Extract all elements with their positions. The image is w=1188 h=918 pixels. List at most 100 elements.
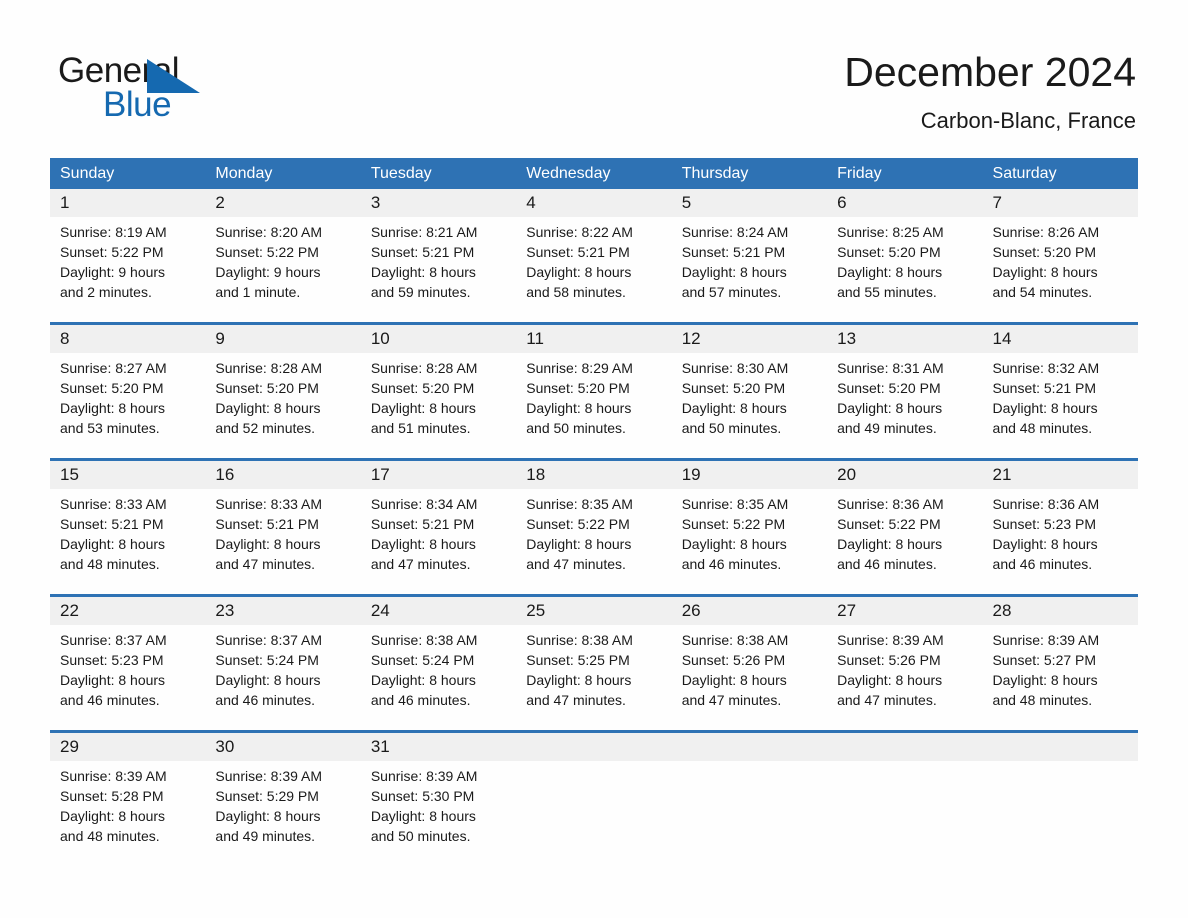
day-number-band: 22 23 24 25 26 27 28 <box>50 597 1138 625</box>
sunrise-text: Sunrise: 8:31 AM <box>837 360 944 376</box>
day-number[interactable]: 29 <box>50 733 205 761</box>
day-number[interactable]: 31 <box>361 733 516 761</box>
day-number[interactable]: 26 <box>672 597 827 625</box>
daylight-text-line1: Daylight: 8 hours <box>370 264 476 280</box>
sunset-text: Sunset: 5:24 PM <box>215 652 319 668</box>
day-cell: Sunrise: 8:39 AM Sunset: 5:30 PM Dayligh… <box>361 761 516 866</box>
day-cell: Sunrise: 8:30 AM Sunset: 5:20 PM Dayligh… <box>672 353 827 458</box>
daylight-text-line2: and 48 minutes. <box>60 828 160 844</box>
day-number[interactable]: 16 <box>205 461 360 489</box>
day-cell: Sunrise: 8:39 AM Sunset: 5:28 PM Dayligh… <box>50 761 205 866</box>
calendar-week-row: 1 2 3 4 5 6 7 Sunrise: 8:19 AM Sunset: 5… <box>50 189 1138 322</box>
day-number[interactable]: 14 <box>983 325 1138 353</box>
day-cell: Sunrise: 8:36 AM Sunset: 5:22 PM Dayligh… <box>827 489 982 594</box>
sunset-text: Sunset: 5:20 PM <box>370 380 475 396</box>
day-cell: Sunrise: 8:28 AM Sunset: 5:20 PM Dayligh… <box>361 353 516 458</box>
day-number[interactable]: 11 <box>516 325 671 353</box>
day-of-week-header-row: Sunday Monday Tuesday Wednesday Thursday… <box>50 158 1138 189</box>
day-number[interactable]: 6 <box>827 189 982 217</box>
sunrise-text: Sunrise: 8:27 AM <box>60 360 167 376</box>
sunrise-text: Sunrise: 8:22 AM <box>526 224 633 240</box>
sunrise-text: Sunrise: 8:19 AM <box>60 224 167 240</box>
day-number[interactable]: 7 <box>983 189 1138 217</box>
daylight-text-line2: and 46 minutes. <box>837 556 937 572</box>
daylight-text-line2: and 46 minutes. <box>215 692 316 708</box>
daylight-text-line2: and 48 minutes. <box>992 692 1093 708</box>
calendar-table: Sunday Monday Tuesday Wednesday Thursday… <box>50 158 1138 866</box>
day-number[interactable]: 21 <box>983 461 1138 489</box>
day-details-band: Sunrise: 8:19 AM Sunset: 5:22 PM Dayligh… <box>50 217 1138 322</box>
sunrise-text: Sunrise: 8:26 AM <box>992 224 1100 240</box>
day-cell: Sunrise: 8:39 AM Sunset: 5:27 PM Dayligh… <box>983 625 1138 730</box>
daylight-text-line1: Daylight: 8 hours <box>992 400 1098 416</box>
day-number[interactable]: 23 <box>205 597 360 625</box>
day-number[interactable]: 8 <box>50 325 205 353</box>
sunrise-text: Sunrise: 8:28 AM <box>370 360 478 376</box>
sunset-text: Sunset: 5:25 PM <box>526 652 630 668</box>
day-number[interactable]: 30 <box>205 733 360 761</box>
day-number[interactable]: 5 <box>672 189 827 217</box>
day-number[interactable]: 13 <box>827 325 982 353</box>
daylight-text-line2: and 49 minutes. <box>837 420 937 436</box>
day-number[interactable]: 3 <box>361 189 516 217</box>
empty-day-cell <box>983 733 1138 761</box>
day-cell: Sunrise: 8:39 AM Sunset: 5:26 PM Dayligh… <box>827 625 982 730</box>
sunrise-text: Sunrise: 8:39 AM <box>370 768 478 784</box>
sunrise-text: Sunrise: 8:28 AM <box>215 360 323 376</box>
day-number[interactable]: 10 <box>361 325 516 353</box>
sunrise-text: Sunrise: 8:37 AM <box>215 632 323 648</box>
daylight-text-line2: and 46 minutes. <box>370 692 471 708</box>
day-number[interactable]: 25 <box>516 597 671 625</box>
day-number[interactable]: 28 <box>983 597 1138 625</box>
sunrise-text: Sunrise: 8:38 AM <box>370 632 478 648</box>
sunrise-text: Sunrise: 8:36 AM <box>992 496 1100 512</box>
sunrise-text: Sunrise: 8:33 AM <box>60 496 167 512</box>
day-number[interactable]: 19 <box>672 461 827 489</box>
day-number[interactable]: 18 <box>516 461 671 489</box>
day-number[interactable]: 20 <box>827 461 982 489</box>
day-cell: Sunrise: 8:35 AM Sunset: 5:22 PM Dayligh… <box>672 489 827 594</box>
day-cell: Sunrise: 8:32 AM Sunset: 5:21 PM Dayligh… <box>983 353 1138 458</box>
day-cell: Sunrise: 8:33 AM Sunset: 5:21 PM Dayligh… <box>205 489 360 594</box>
daylight-text-line1: Daylight: 9 hours <box>60 264 166 280</box>
dow-header-tuesday: Tuesday <box>370 165 432 182</box>
sunset-text: Sunset: 5:29 PM <box>215 788 319 804</box>
empty-day-cell <box>672 733 827 761</box>
daylight-text-line2: and 50 minutes. <box>526 420 626 436</box>
sunrise-text: Sunrise: 8:37 AM <box>60 632 167 648</box>
daylight-text-line1: Daylight: 8 hours <box>526 672 632 688</box>
sunset-text: Sunset: 5:21 PM <box>60 516 164 532</box>
sunrise-text: Sunrise: 8:39 AM <box>215 768 323 784</box>
day-cell: Sunrise: 8:31 AM Sunset: 5:20 PM Dayligh… <box>827 353 982 458</box>
daylight-text-line2: and 47 minutes. <box>681 692 782 708</box>
daylight-text-line2: and 49 minutes. <box>215 828 316 844</box>
day-number[interactable]: 12 <box>672 325 827 353</box>
day-cell: Sunrise: 8:35 AM Sunset: 5:22 PM Dayligh… <box>516 489 671 594</box>
daylight-text-line2: and 52 minutes. <box>215 420 316 436</box>
sunrise-text: Sunrise: 8:29 AM <box>526 360 633 376</box>
daylight-text-line1: Daylight: 8 hours <box>215 536 321 552</box>
dow-header-wednesday: Wednesday <box>526 165 611 182</box>
day-number[interactable]: 27 <box>827 597 982 625</box>
daylight-text-line1: Daylight: 8 hours <box>60 808 166 824</box>
daylight-text-line2: and 47 minutes. <box>526 692 626 708</box>
day-number[interactable]: 9 <box>205 325 360 353</box>
day-number[interactable]: 1 <box>50 189 205 217</box>
sunrise-text: Sunrise: 8:33 AM <box>215 496 323 512</box>
sunset-text: Sunset: 5:20 PM <box>992 244 1097 260</box>
day-number[interactable]: 22 <box>50 597 205 625</box>
day-cell: Sunrise: 8:24 AM Sunset: 5:21 PM Dayligh… <box>672 217 827 322</box>
day-number[interactable]: 15 <box>50 461 205 489</box>
day-number[interactable]: 2 <box>205 189 360 217</box>
day-number[interactable]: 4 <box>516 189 671 217</box>
day-cell: Sunrise: 8:38 AM Sunset: 5:25 PM Dayligh… <box>516 625 671 730</box>
daylight-text-line2: and 47 minutes. <box>526 556 626 572</box>
sunrise-text: Sunrise: 8:39 AM <box>837 632 944 648</box>
sunset-text: Sunset: 5:22 PM <box>526 516 630 532</box>
daylight-text-line1: Daylight: 8 hours <box>837 672 943 688</box>
day-number[interactable]: 24 <box>361 597 516 625</box>
sunset-text: Sunset: 5:22 PM <box>215 244 319 260</box>
day-number[interactable]: 17 <box>361 461 516 489</box>
day-details-band: Sunrise: 8:37 AM Sunset: 5:23 PM Dayligh… <box>50 625 1138 730</box>
day-cell: Sunrise: 8:29 AM Sunset: 5:20 PM Dayligh… <box>516 353 671 458</box>
